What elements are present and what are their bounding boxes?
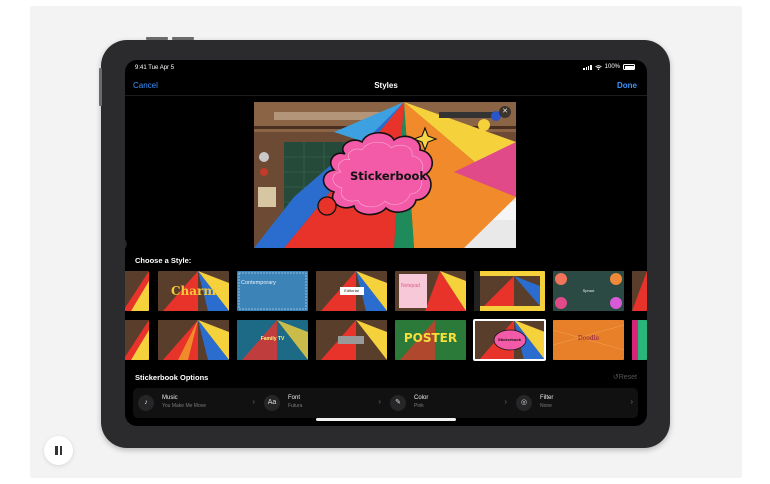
battery-icon [623,64,635,70]
status-bar: 9:41 Tue Apr 5 100% [125,60,647,74]
sticker-title: Stickerbook [350,169,428,183]
done-button[interactable]: Done [617,81,637,90]
style-thumb-sprout[interactable]: Sprout [553,271,624,311]
nav-divider [125,95,647,96]
options-heading: Stickerbook Options [135,373,209,382]
style-thumb[interactable] [125,271,149,311]
style-thumb[interactable] [125,320,149,360]
thumb-art [474,271,545,311]
battery-percent: 100% [604,64,620,70]
wifi-icon [594,64,602,70]
style-thumb-doodle[interactable]: Doodle [553,320,624,360]
option-value: You Make Me Move [162,403,207,409]
home-indicator [316,418,456,421]
style-thumb[interactable] [316,320,387,360]
style-thumb-stickerbook[interactable]: Stickerbook [473,319,546,361]
status-right: 100% [583,64,635,70]
thumb-art [125,271,149,311]
option-font[interactable]: Aa Font Futura › [259,388,385,418]
pause-icon [59,446,62,455]
video-preview[interactable]: ✕ Stickerbook [254,102,516,248]
color-picker-icon: ✎ [390,395,406,411]
option-value: Futura [288,403,303,409]
style-thumb[interactable] [158,320,229,360]
option-color[interactable]: ✎ Color Pink › [385,388,511,418]
thumb-art [158,320,229,360]
pause-icon [55,446,58,455]
style-caption: Editorial [344,288,359,293]
ipad-top-button [172,37,194,40]
status-time: 9:41 Tue Apr 5 [135,65,175,71]
style-caption: Sprout [582,288,595,293]
reset-button[interactable]: ↺Reset [613,373,637,381]
style-caption: Family TV [260,336,285,342]
camera-flip-icon[interactable]: ✕ [499,106,511,118]
option-name: Font [288,395,301,401]
style-caption: Charm [170,284,217,298]
option-value: None [540,403,552,409]
music-icon: ♪ [138,395,154,411]
style-thumb-contemporary[interactable]: Contemporary [237,271,308,311]
style-thumb[interactable] [632,271,647,311]
option-value: Pink [414,403,424,409]
style-thumb[interactable] [632,320,647,360]
choose-style-heading: Choose a Style: [135,256,192,265]
style-thumb-charm[interactable]: Charm [158,271,229,311]
style-caption: Doodle [577,335,600,342]
thumb-art [395,271,466,311]
option-music[interactable]: ♪ Music You Make Me Move › [133,388,259,418]
style-thumb[interactable] [474,271,545,311]
style-thumb-poster[interactable]: POSTER [395,320,466,360]
style-thumb-editorial[interactable]: Editorial [316,271,387,311]
option-filter[interactable]: ◎ Filter None › [511,388,637,418]
chevron-right-icon: › [252,397,255,406]
chevron-right-icon: › [630,397,633,406]
filter-icon: ◎ [516,395,532,411]
thumb-art [316,320,387,360]
ipad-screen: 9:41 Tue Apr 5 100% Cancel Styles Done ✕… [125,60,647,426]
style-caption: Contemporary [241,280,276,286]
nav-bar: Cancel Styles Done [125,77,647,95]
style-caption: POSTER [403,331,458,345]
option-name: Filter [540,395,554,401]
pause-button[interactable] [44,436,73,465]
thumb-art [237,271,308,311]
option-name: Music [162,395,178,401]
style-caption: Notepad [401,283,420,289]
ipad-side-button [99,68,102,106]
thumb-art [632,320,647,360]
cellular-icon [583,64,592,70]
page-title: Styles [374,81,398,90]
side-handle [125,238,127,250]
option-name: Color [414,395,429,401]
font-icon: Aa [264,395,280,411]
style-thumb-family-tv[interactable]: Family TV [237,320,308,360]
style-caption: Stickerbook [498,337,521,342]
chevron-right-icon: › [504,397,507,406]
ipad-top-button [146,37,168,40]
chevron-right-icon: › [378,397,381,406]
thumb-art [632,271,647,311]
style-thumb-notepad[interactable]: Notepad [395,271,466,311]
options-bar: ♪ Music You Make Me Move › Aa Font Futur… [133,388,638,418]
thumb-art [125,320,149,360]
